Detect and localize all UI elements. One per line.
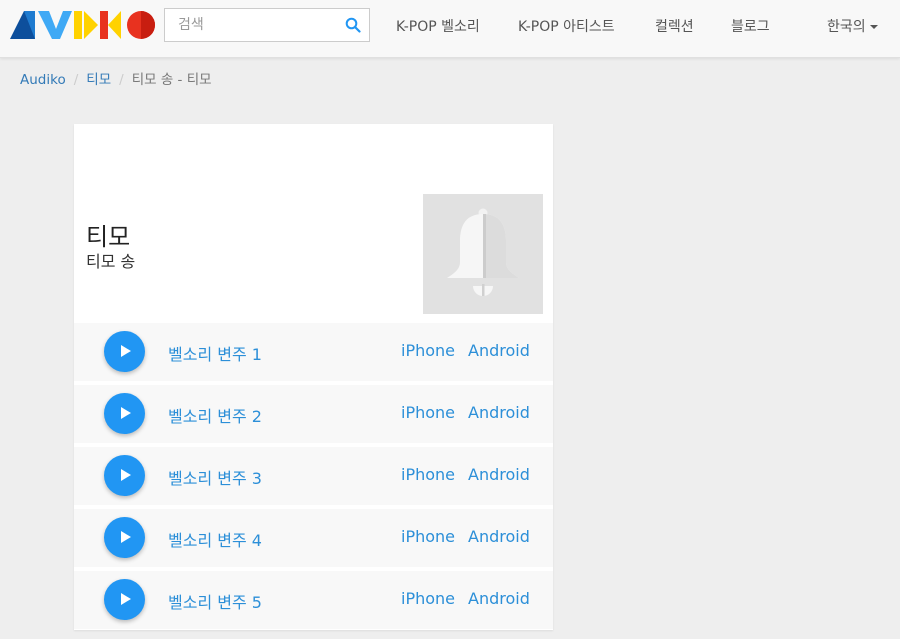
iphone-download-link[interactable]: iPhone [401,465,455,484]
iphone-download-link[interactable]: iPhone [401,527,455,546]
page-title: 티모 [86,223,131,251]
song-header: 티모 티모 송 [74,124,553,323]
play-button[interactable] [104,517,145,558]
iphone-download-link[interactable]: iPhone [401,403,455,422]
top-navbar: K-POP 벨소리 K-POP 아티스트 컬렉션 블로그 한국의 [0,0,900,58]
nav-kpop-ringtones[interactable]: K-POP 벨소리 [396,16,480,36]
ringtone-title[interactable]: 벨소리 변주 3 [168,465,262,489]
ringtone-row: 벨소리 변주 3 iPhone Android [74,445,553,505]
breadcrumb-current: 티모 송 - 티모 [131,72,212,88]
breadcrumb-separator: / [73,72,79,88]
language-label: 한국의 [827,19,866,35]
search-icon[interactable] [345,17,361,33]
iphone-download-link[interactable]: iPhone [401,589,455,608]
nav-collections[interactable]: 컬렉션 [655,16,694,36]
play-button[interactable] [104,579,145,620]
ringtone-title[interactable]: 벨소리 변주 2 [168,403,262,427]
play-button[interactable] [104,331,145,372]
ringtone-row: 벨소리 변주 2 iPhone Android [74,383,553,443]
song-card: 티모 티모 송 벨소리 변주 1 iPhone Android 벨소리 변주 2… [74,124,553,630]
nav-blog[interactable]: 블로그 [731,16,770,36]
ringtone-row: 벨소리 변주 4 iPhone Android [74,507,553,567]
breadcrumb-separator: / [119,72,124,88]
play-button[interactable] [104,393,145,434]
song-subtitle: 티모 송 [86,252,136,271]
ringtone-title[interactable]: 벨소리 변주 4 [168,527,262,551]
android-download-link[interactable]: Android [468,465,530,484]
breadcrumb-home[interactable]: Audiko [20,72,66,88]
caret-down-icon [869,25,878,29]
breadcrumb-artist[interactable]: 티모 [86,72,111,88]
iphone-download-link[interactable]: iPhone [401,341,455,360]
android-download-link[interactable]: Android [468,403,530,422]
search-box [164,8,370,42]
ringtone-title[interactable]: 벨소리 변주 5 [168,589,262,613]
android-download-link[interactable]: Android [468,341,530,360]
breadcrumb: Audiko / 티모 / 티모 송 - 티모 [20,68,212,88]
ringtone-row: 벨소리 변주 1 iPhone Android [74,321,553,381]
audiko-logo[interactable] [10,9,160,41]
bell-icon [423,194,543,314]
language-dropdown[interactable]: 한국의 [827,16,878,36]
ringtone-row: 벨소리 변주 5 iPhone Android [74,569,553,629]
android-download-link[interactable]: Android [468,589,530,608]
play-button[interactable] [104,455,145,496]
android-download-link[interactable]: Android [468,527,530,546]
nav-kpop-artists[interactable]: K-POP 아티스트 [518,16,615,36]
search-input[interactable] [165,9,337,41]
ringtone-title[interactable]: 벨소리 변주 1 [168,341,262,365]
